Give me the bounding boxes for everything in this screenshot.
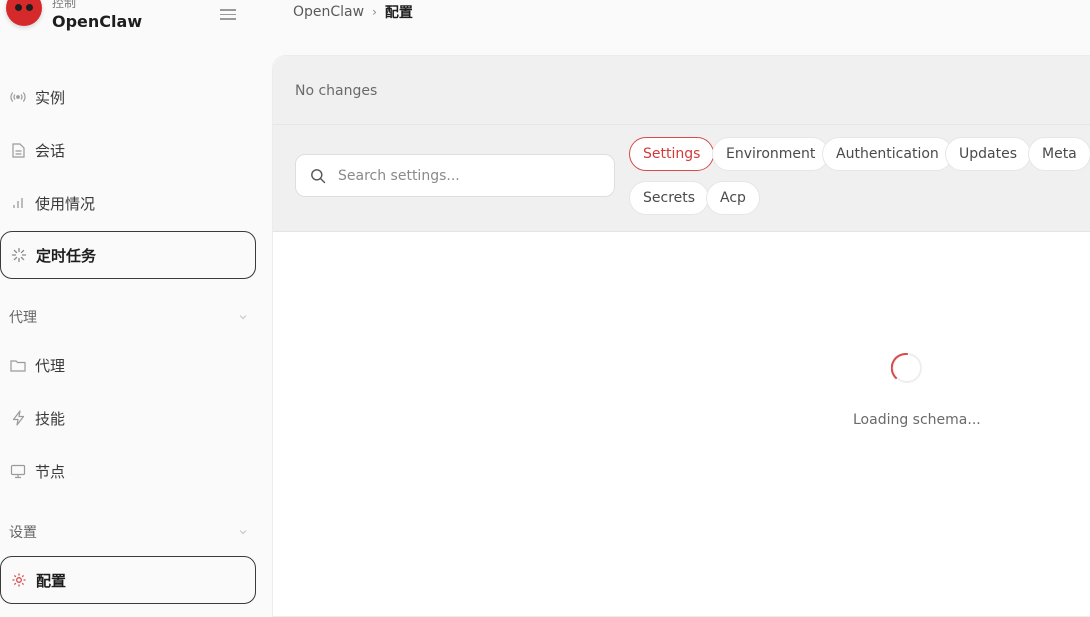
tab-updates[interactable]: Updates xyxy=(945,137,1031,171)
lightning-icon xyxy=(10,410,26,426)
search-input[interactable] xyxy=(336,166,590,185)
search-icon xyxy=(311,168,326,183)
loader-icon xyxy=(11,247,27,263)
section-label: 代理 xyxy=(9,310,37,326)
brand-subtitle: 控制 xyxy=(52,0,77,10)
folder-icon xyxy=(10,357,26,373)
config-toolbar: Settings Environment Authentication Upda… xyxy=(273,125,1090,232)
sidebar-item-label: 代理 xyxy=(35,356,66,375)
breadcrumb-current: 配置 xyxy=(384,5,413,21)
sidebar-item-sessions[interactable]: 会话 xyxy=(0,126,256,174)
sidebar-item-label: 使用情况 xyxy=(35,194,96,213)
openclaw-logo xyxy=(6,0,42,26)
sidebar-item-config[interactable]: 配置 xyxy=(0,556,256,604)
tab-meta[interactable]: Meta xyxy=(1028,137,1090,171)
sidebar-item-label: 技能 xyxy=(35,409,66,428)
sidebar-item-label: 配置 xyxy=(36,571,67,590)
status-text: No changes xyxy=(295,83,378,99)
brand-name: OpenClaw xyxy=(52,12,143,31)
loading-spinner-icon xyxy=(891,352,922,383)
tab-acp[interactable]: Acp xyxy=(706,181,760,215)
sidebar-item-agents[interactable]: 代理 xyxy=(0,341,256,389)
section-settings-header[interactable]: 设置 xyxy=(9,522,249,542)
breadcrumb-separator: › xyxy=(372,5,377,19)
sidebar-item-label: 会话 xyxy=(35,141,66,160)
sidebar-item-skills[interactable]: 技能 xyxy=(0,394,256,442)
sidebar-item-label: 定时任务 xyxy=(36,246,97,265)
monitor-icon xyxy=(10,463,26,479)
menu-toggle-icon[interactable] xyxy=(220,6,236,22)
sidebar-item-instances[interactable]: 实例 xyxy=(0,73,256,121)
sidebar-item-nodes[interactable]: 节点 xyxy=(0,447,256,495)
status-bar: No changes xyxy=(273,56,1090,125)
gear-icon xyxy=(11,572,27,588)
config-panel: No changes Settings Environment Authenti… xyxy=(272,55,1090,617)
sidebar-item-label: 实例 xyxy=(35,88,66,107)
section-agents-header[interactable]: 代理 xyxy=(9,307,249,327)
breadcrumb-root[interactable]: OpenClaw xyxy=(293,4,364,20)
chevron-down-icon xyxy=(239,315,247,320)
bar-chart-icon xyxy=(10,195,26,211)
breadcrumb: OpenClaw › 配置 xyxy=(293,2,413,22)
loading-text: Loading schema... xyxy=(853,412,981,428)
tab-authentication[interactable]: Authentication xyxy=(822,137,953,171)
search-box[interactable] xyxy=(295,154,615,197)
sidebar: 控制 OpenClaw 实例 会话 使用情况 定时任务 代理 代理 技能 节点 … xyxy=(0,0,268,604)
radio-waves-icon xyxy=(10,89,26,105)
section-label: 设置 xyxy=(9,525,37,541)
tab-secrets[interactable]: Secrets xyxy=(629,181,710,215)
sidebar-item-scheduled-tasks[interactable]: 定时任务 xyxy=(0,231,256,279)
tab-environment[interactable]: Environment xyxy=(712,137,830,171)
tab-settings[interactable]: Settings xyxy=(629,137,715,171)
document-icon xyxy=(10,142,26,158)
chevron-down-icon xyxy=(239,530,247,535)
sidebar-item-label: 节点 xyxy=(35,462,66,481)
sidebar-item-usage[interactable]: 使用情况 xyxy=(0,179,256,227)
